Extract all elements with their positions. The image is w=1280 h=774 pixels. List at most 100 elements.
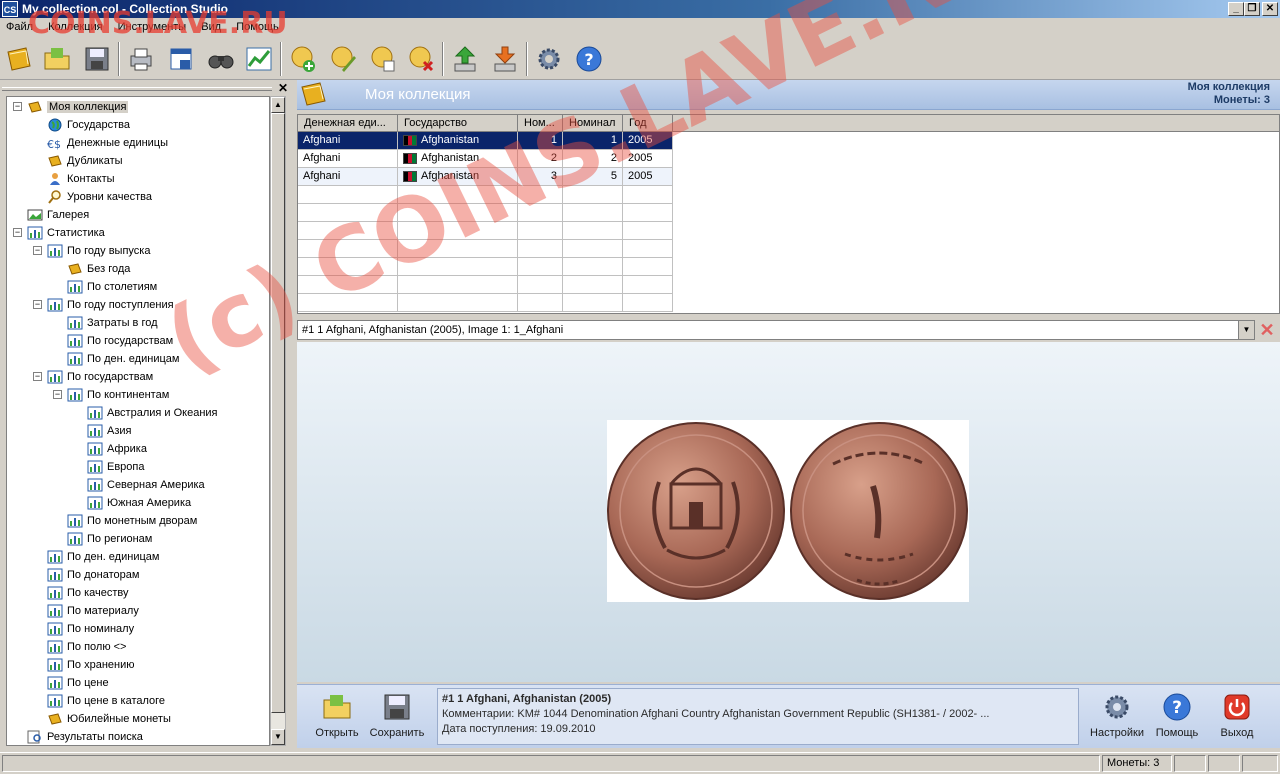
table-cell[interactable]: Afghani [298,150,398,168]
table-cell[interactable]: Afghanistan [398,168,518,186]
panel-close-icon[interactable]: ✕ [278,81,288,95]
menu-view[interactable]: Вид [195,18,227,36]
table-cell[interactable]: Afghanistan [398,132,518,150]
tree-item[interactable]: По году выпуска [47,242,150,260]
settings-button[interactable]: Настройки [1087,691,1147,747]
image-selector[interactable]: #1 1 Afghani, Afghanistan (2005), Image … [297,320,1255,340]
tree-item[interactable]: По ден. единицам [47,548,159,566]
panel-grip[interactable] [2,87,272,91]
tree-item[interactable]: Результаты поиска [27,728,143,745]
tree-item[interactable]: По году поступления [47,296,174,314]
column-currency-header[interactable]: Денежная еди... [298,115,398,132]
table-cell[interactable]: 5 [563,168,623,186]
print-preview-button[interactable] [164,42,198,76]
copy-coin-button[interactable] [366,42,400,76]
expand-toggle[interactable]: − [33,300,42,309]
tree-item[interactable]: Дубликаты [47,152,123,170]
help-button[interactable]: ? [572,42,606,76]
add-coin-button[interactable] [286,42,320,76]
expand-toggle[interactable]: − [33,372,42,381]
tree-item[interactable]: По полю <> [47,638,127,656]
settings-button[interactable] [532,42,566,76]
import-button[interactable] [488,42,522,76]
tree-item[interactable]: Азия [87,422,131,440]
collection-tree[interactable]: Моя коллекция − Государства €$ Денежные един… [6,96,270,746]
tree-item[interactable]: Уровни качества [47,188,152,206]
table-cell[interactable]: 2005 [623,150,673,168]
expand-toggle[interactable]: − [13,102,22,111]
expand-toggle[interactable]: − [53,390,62,399]
tree-scrollbar[interactable]: ▲ ▼ [270,96,286,746]
column-number-header[interactable]: Ном... [518,115,563,132]
expand-toggle[interactable]: − [33,246,42,255]
scroll-up-icon[interactable]: ▲ [271,97,285,113]
tree-item[interactable]: По качеству [47,584,129,602]
save-button[interactable] [80,42,114,76]
tree-item[interactable]: Европа [87,458,145,476]
table-cell[interactable]: 2 [563,150,623,168]
table-cell[interactable]: 3 [518,168,563,186]
tree-item[interactable]: По хранению [47,656,134,674]
print-button[interactable] [124,42,158,76]
tree-item[interactable]: По государствам [67,332,173,350]
open-folder-button[interactable] [40,42,74,76]
column-country-header[interactable]: Государство [398,115,518,132]
tree-item[interactable]: Северная Америка [87,476,205,494]
tree-item[interactable]: По донаторам [47,566,139,584]
table-cell[interactable]: 2 [518,150,563,168]
coins-grid[interactable]: Денежная еди... Государство Ном... Номинал Г… [297,114,1280,314]
save-button[interactable]: Сохранить [367,691,427,747]
statistics-button[interactable] [242,42,276,76]
tree-item[interactable]: По материалу [47,602,139,620]
app-icon[interactable]: CS [2,1,18,17]
search-button[interactable] [204,42,238,76]
tree-item[interactable]: По континентам [67,386,169,404]
delete-coin-button[interactable] [404,42,438,76]
tree-item[interactable]: Контакты [47,170,115,188]
tree-item[interactable]: По государствам [47,368,153,386]
table-cell[interactable]: Afghani [298,132,398,150]
column-denomination-header[interactable]: Номинал [563,115,623,132]
table-cell[interactable]: Afghanistan [398,150,518,168]
table-cell[interactable]: 2005 [623,132,673,150]
open-collection-button[interactable] [2,42,36,76]
minimize-button[interactable]: _ [1228,2,1244,16]
maximize-button[interactable]: ❐ [1244,2,1260,16]
table-cell[interactable]: 1 [518,132,563,150]
menu-file[interactable]: Файл [0,18,39,36]
open-button[interactable]: Открыть [307,691,367,747]
tree-item[interactable]: Моя коллекция [27,98,129,116]
tree-item[interactable]: Без года [67,260,130,278]
tree-item[interactable]: По цене [47,674,109,692]
chevron-down-icon[interactable]: ▼ [1238,321,1254,339]
tree-item[interactable]: Статистика [27,224,105,242]
tree-item[interactable]: Южная Америка [87,494,191,512]
tree-item[interactable]: Галерея [27,206,89,224]
menu-collection[interactable]: Коллекция [42,18,108,36]
tree-item[interactable]: По монетным дворам [67,512,197,530]
edit-coin-button[interactable] [326,42,360,76]
help-button[interactable]: ? Помощь [1147,691,1207,747]
menu-tools[interactable]: Инструменты [112,18,193,36]
tree-item[interactable]: Австралия и Океания [87,404,218,422]
column-year-header[interactable]: Год [623,115,673,132]
tree-item[interactable]: По номиналу [47,620,134,638]
tree-item[interactable]: По регионам [67,530,152,548]
export-button[interactable] [448,42,482,76]
table-cell[interactable]: Afghani [298,168,398,186]
menu-help[interactable]: Помощь [230,18,285,36]
tree-item[interactable]: По столетиям [67,278,157,296]
tree-item[interactable]: Государства [47,116,130,134]
scroll-down-icon[interactable]: ▼ [271,729,285,745]
exit-button[interactable]: Выход [1207,691,1267,747]
tree-item[interactable]: Африка [87,440,147,458]
tree-item[interactable]: По цене в каталоге [47,692,165,710]
image-close-icon[interactable]: ✕ [1258,321,1276,339]
table-cell[interactable]: 1 [563,132,623,150]
close-button[interactable]: ✕ [1262,2,1278,16]
tree-item[interactable]: €$ Денежные единицы [47,134,168,152]
table-cell[interactable]: 2005 [623,168,673,186]
tree-item[interactable]: Юбилейные монеты [47,710,171,728]
tree-item[interactable]: Затраты в год [67,314,158,332]
scroll-thumb[interactable] [271,113,285,713]
